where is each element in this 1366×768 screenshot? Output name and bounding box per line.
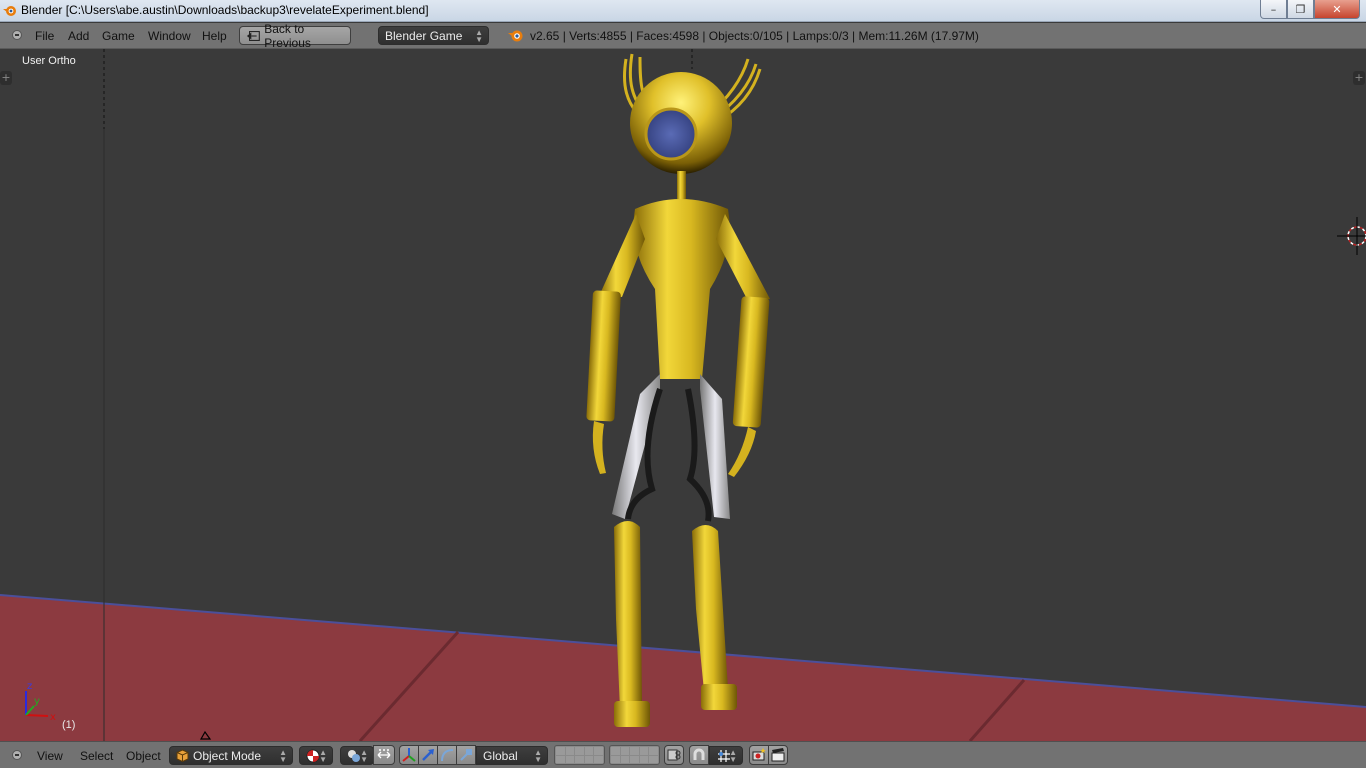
menu-view[interactable]: View (37, 749, 63, 763)
menu-file[interactable]: File (35, 29, 54, 43)
manipulate-center-points-toggle[interactable] (373, 745, 395, 765)
object-mode-cube-icon (176, 749, 189, 762)
character-hand-left (592, 421, 606, 474)
restore-icon: ❐ (1295, 2, 1306, 16)
axis-z-label: z (27, 681, 32, 692)
character-forearm-left (586, 290, 621, 422)
transform-manipulator-toggle[interactable] (399, 745, 419, 765)
back-arrow-icon (246, 30, 260, 41)
scene-render: z y x (0, 49, 1366, 741)
viewport-shading-dropdown[interactable]: ▲ ▼ (299, 746, 333, 765)
menu-select[interactable]: Select (80, 749, 113, 763)
menu-add[interactable]: Add (68, 29, 89, 43)
character-foot-right (701, 684, 737, 710)
pivot-point-dropdown[interactable]: ▲ ▼ (340, 746, 374, 765)
engine-dropdown[interactable]: Blender Game ▲ ▼ (378, 26, 489, 45)
character-upper-arm-left (600, 214, 645, 297)
blender-logo-icon (3, 6, 16, 16)
dropdown-arrows-icon: ▲ ▼ (279, 748, 287, 764)
3d-view-header: View Select Object Object Mode ▲ ▼ ▲ ▼ ▲ ▼ … (0, 741, 1366, 768)
dropdown-arrows-icon: ▲ ▼ (729, 748, 737, 764)
dropdown-arrows-icon: ▲ ▼ (319, 748, 327, 764)
character-torso (633, 199, 730, 379)
lock-layers-button[interactable] (664, 745, 684, 765)
close-button[interactable]: ✕ (1314, 0, 1360, 19)
textured-shading-icon (306, 749, 320, 762)
engine-value: Blender Game (385, 28, 463, 43)
scene-stats: v2.65 | Verts:4855 | Faces:4598 | Object… (530, 29, 979, 43)
header-collapse-toggle[interactable] (12, 30, 22, 40)
back-to-previous-button[interactable]: Back to Previous (239, 22, 351, 50)
info-header: File Add Game Window Help Back to Previo… (0, 22, 1366, 50)
pivot-point-icon (348, 749, 360, 762)
snap-toggle[interactable] (689, 745, 709, 765)
character-neck (677, 171, 686, 199)
center-points-icon (377, 749, 391, 759)
scale-handle-icon (460, 749, 472, 761)
rotate-arc-icon (441, 749, 454, 762)
manipulator-axes-icon (402, 748, 416, 762)
clapperboard-icon (771, 748, 785, 762)
close-icon: ✕ (1332, 2, 1342, 16)
magnet-icon (693, 748, 705, 760)
current-frame: (1) (62, 719, 76, 731)
tool-shelf-toggle[interactable]: + (0, 71, 12, 85)
minimize-button[interactable]: – (1260, 0, 1287, 19)
axis-y-label: y (34, 696, 40, 707)
minimize-icon: – (1270, 2, 1277, 16)
character-hand-right (728, 427, 756, 477)
transform-orientation-dropdown[interactable]: Global ▲ ▼ (476, 746, 548, 765)
scene-layers-2[interactable] (609, 745, 660, 765)
mode-dropdown[interactable]: Object Mode ▲ ▼ (169, 746, 293, 765)
maximize-button[interactable]: ❐ (1287, 0, 1314, 19)
opengl-render-animation-button[interactable] (768, 745, 788, 765)
dropdown-arrows-icon: ▲ ▼ (475, 28, 483, 44)
orientation-value: Global (483, 748, 518, 763)
translate-manipulator-button[interactable] (418, 745, 438, 765)
translate-arrow-icon (422, 749, 434, 761)
footer-collapse-toggle[interactable] (12, 750, 22, 760)
axis-x-label: x (50, 712, 56, 723)
character-eye (644, 107, 698, 161)
3d-cursor-icon (1337, 217, 1366, 255)
dropdown-arrows-icon: ▲ ▼ (360, 748, 368, 764)
snap-element-dropdown[interactable]: ▲ ▼ (709, 746, 743, 765)
window-title: Blender [C:\Users\abe.austin\Downloads\b… (21, 3, 429, 17)
menu-object[interactable]: Object (126, 749, 161, 763)
dropdown-arrows-icon: ▲ ▼ (534, 748, 542, 764)
opengl-render-button[interactable] (749, 745, 769, 765)
character-foot-left (614, 701, 650, 727)
menu-game[interactable]: Game (102, 29, 135, 43)
floor-plane (0, 595, 1366, 741)
3d-viewport[interactable]: z y x User Ortho + + (1) (0, 49, 1366, 741)
mode-value: Object Mode (193, 748, 262, 763)
rotate-manipulator-button[interactable] (437, 745, 457, 765)
window-controls: – ❐ ✕ (1260, 0, 1360, 19)
camera-render-icon (752, 748, 766, 761)
menu-window[interactable]: Window (148, 29, 191, 43)
back-to-previous-label: Back to Previous (264, 21, 311, 50)
blender-logo-icon (508, 30, 523, 42)
window-titlebar: Blender [C:\Users\abe.austin\Downloads\b… (0, 0, 1366, 22)
lock-camera-layers-icon (667, 749, 681, 761)
menu-help[interactable]: Help (202, 29, 227, 43)
properties-shelf-toggle[interactable]: + (1353, 71, 1365, 85)
scene-layers-1[interactable] (554, 745, 605, 765)
view-label: User Ortho (22, 55, 76, 67)
character-forearm-right (732, 296, 770, 428)
scale-manipulator-button[interactable] (456, 745, 476, 765)
